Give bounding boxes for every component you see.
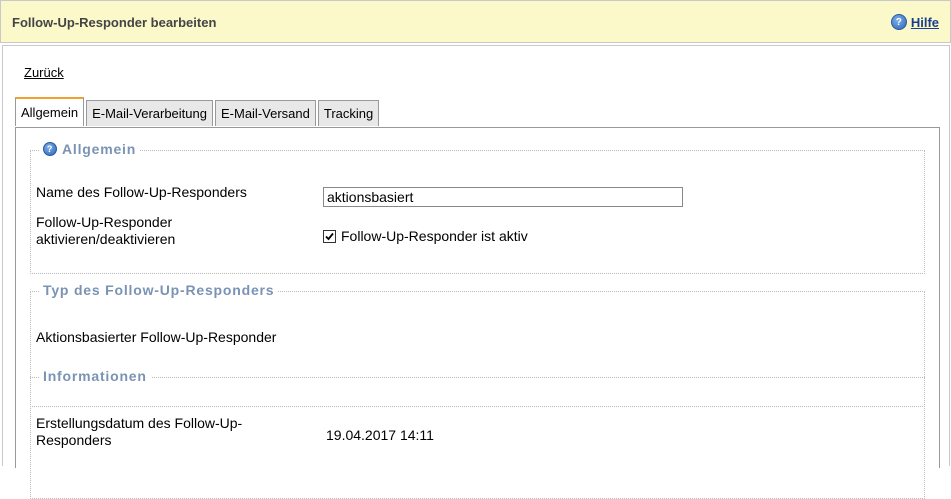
info-fieldset: Informationen Erstellungsdatum des Follo… (30, 368, 925, 499)
tab-bar: Allgemein E-Mail-Verarbeitung E-Mail-Ver… (15, 97, 380, 126)
type-value: Aktionsbasierter Follow-Up-Responder (36, 329, 277, 345)
tab-email-versand[interactable]: E-Mail-Versand (214, 100, 316, 126)
active-checkbox-label: Follow-Up-Responder ist aktiv (341, 228, 528, 244)
tab-panel-allgemein: ? Allgemein Name des Follow-Up-Responder… (15, 127, 940, 499)
main-content: Zurück Allgemein E-Mail-Verarbeitung E-M… (2, 45, 950, 499)
created-value: 19.04.2017 14:11 (326, 427, 434, 443)
check-icon (325, 232, 334, 241)
help-label[interactable]: Hilfe (911, 15, 939, 30)
created-label: Erstellungsdatum des Follow-Up-Responder… (36, 415, 243, 448)
page-header: Follow-Up-Responder bearbeiten ? Hilfe (0, 0, 951, 43)
tab-tracking[interactable]: Tracking (317, 100, 380, 126)
back-link[interactable]: Zurück (24, 65, 64, 80)
type-legend-text: Typ des Follow-Up-Responders (43, 282, 275, 298)
name-input[interactable]: aktionsbasiert (323, 187, 683, 207)
info-legend-text: Informationen (43, 368, 147, 384)
general-fieldset: ? Allgemein Name des Follow-Up-Responder… (30, 141, 925, 274)
active-checkbox-row[interactable]: Follow-Up-Responder ist aktiv (323, 228, 528, 245)
info-legend: Informationen (39, 368, 151, 384)
tab-email-verarbeitung[interactable]: E-Mail-Verarbeitung (86, 100, 213, 126)
help-icon[interactable]: ? (43, 142, 57, 156)
help-link[interactable]: ? Hilfe (890, 14, 939, 30)
name-label: Name des Follow-Up-Responders (36, 184, 247, 200)
help-icon[interactable]: ? (890, 14, 907, 30)
active-label: Follow-Up-Responder aktivieren/deaktivie… (36, 214, 176, 247)
general-legend: ? Allgemein (39, 141, 141, 157)
general-legend-text: Allgemein (62, 141, 137, 157)
type-legend: Typ des Follow-Up-Responders (39, 282, 279, 298)
tab-allgemein[interactable]: Allgemein (15, 97, 85, 126)
page-title: Follow-Up-Responder bearbeiten (12, 15, 217, 30)
active-checkbox[interactable] (323, 230, 336, 243)
